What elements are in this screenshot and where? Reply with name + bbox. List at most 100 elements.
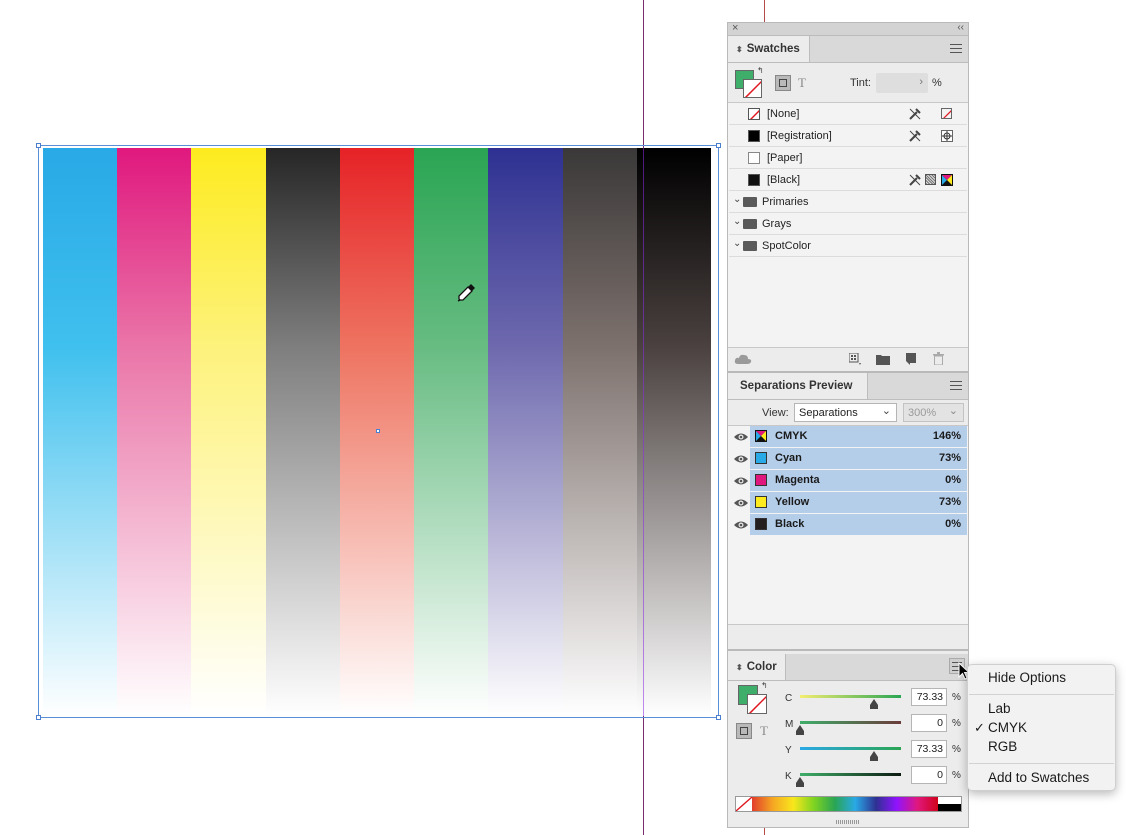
channel-label: C xyxy=(785,693,793,704)
swatches-menu-icon[interactable] xyxy=(950,44,962,53)
frame-handle-tl[interactable] xyxy=(36,143,41,148)
checkmark-icon: ✓ xyxy=(974,720,985,735)
canvas[interactable] xyxy=(0,0,727,835)
swatch-label: [None] xyxy=(767,108,800,120)
chevron-down-icon[interactable]: ⌄ xyxy=(733,238,741,249)
slider-black[interactable]: K 0 % xyxy=(728,766,968,792)
separation-row-body[interactable]: Black 0% xyxy=(750,514,967,535)
swatch-label: [Registration] xyxy=(767,130,832,142)
cmyk-chip-icon xyxy=(755,430,767,442)
tab-color[interactable]: ⬍ Color xyxy=(728,654,786,680)
menu-item-rgb[interactable]: RGB xyxy=(988,739,1017,754)
separation-row-body[interactable]: Magenta 0% xyxy=(750,470,967,491)
unit-label: % xyxy=(952,718,961,729)
container-format-icon[interactable] xyxy=(775,75,791,91)
swatch-group-primaries[interactable]: ⌄ Primaries xyxy=(729,191,967,213)
menu-item-lab[interactable]: Lab xyxy=(988,701,1011,716)
show-kinds-icon[interactable] xyxy=(849,353,863,366)
slider-magenta[interactable]: M 0 % xyxy=(728,714,968,740)
tab-separations-preview[interactable]: Separations Preview xyxy=(728,373,868,399)
swatch-group-spotcolor[interactable]: ⌄ SpotColor xyxy=(729,235,967,257)
cc-libraries-icon[interactable] xyxy=(734,353,752,365)
eye-icon[interactable] xyxy=(733,496,749,510)
tint-input[interactable]: › xyxy=(876,73,928,93)
view-select[interactable]: Separations ⌄ xyxy=(794,403,897,422)
menu-separator xyxy=(969,763,1114,764)
slider-cyan[interactable]: C 73.33 % xyxy=(728,688,968,714)
frame-handle-bl[interactable] xyxy=(36,715,41,720)
separation-row-magenta[interactable]: Magenta 0% xyxy=(729,470,967,492)
selected-frame[interactable] xyxy=(36,143,721,720)
separation-row-black[interactable]: Black 0% xyxy=(729,514,967,536)
black-value-input[interactable]: 0 xyxy=(911,766,947,784)
none-color-icon[interactable] xyxy=(736,797,752,811)
separation-row-body[interactable]: Yellow 73% xyxy=(750,492,967,513)
yellow-track[interactable] xyxy=(800,747,901,750)
magenta-thumb[interactable] xyxy=(796,725,804,735)
resize-grip[interactable] xyxy=(836,820,860,824)
separations-list: CMYK 146% Cyan 73% Magenta 0% Yellow 73%… xyxy=(728,425,968,625)
frame-handle-tr[interactable] xyxy=(716,143,721,148)
magenta-value-input[interactable]: 0 xyxy=(911,714,947,732)
tab-swatches[interactable]: ⬍ Swatches xyxy=(728,36,810,62)
separation-row-yellow[interactable]: Yellow 73% xyxy=(729,492,967,514)
separations-menu-icon[interactable] xyxy=(950,381,962,390)
separation-row-cmyk[interactable]: CMYK 146% xyxy=(729,426,967,448)
registration-swatch-chip xyxy=(748,130,760,142)
black-track[interactable] xyxy=(800,773,901,776)
chevron-down-icon[interactable]: ⌄ xyxy=(733,194,741,205)
color-spectrum-ramp[interactable] xyxy=(735,796,962,812)
eye-icon[interactable] xyxy=(733,452,749,466)
swatch-none[interactable]: [None] xyxy=(729,103,967,125)
black-swatch[interactable] xyxy=(938,804,961,811)
new-swatch-icon[interactable] xyxy=(904,353,916,365)
swatch-paper[interactable]: [Paper] xyxy=(729,147,967,169)
cmyk-mode-icon xyxy=(941,174,953,186)
tab-separations-label: Separations Preview xyxy=(740,380,853,392)
menu-item-hide-options[interactable]: Hide Options xyxy=(988,670,1066,685)
zoom-select[interactable]: 300% ⌄ xyxy=(903,403,964,422)
cyan-thumb[interactable] xyxy=(870,699,879,709)
swatch-black[interactable]: [Black] xyxy=(729,169,967,191)
text-format-icon[interactable]: T xyxy=(798,75,806,91)
eye-icon[interactable] xyxy=(733,430,749,444)
frame-center-point[interactable] xyxy=(376,429,380,433)
chevron-down-icon[interactable]: ⌄ xyxy=(733,216,741,227)
close-icon[interactable]: × xyxy=(732,22,738,34)
eye-icon[interactable] xyxy=(733,474,749,488)
magenta-track[interactable] xyxy=(800,721,901,724)
menu-item-cmyk[interactable]: CMYK xyxy=(988,720,1027,735)
swatch-group-grays[interactable]: ⌄ Grays xyxy=(729,213,967,235)
collapse-icon[interactable]: ‹‹ xyxy=(957,22,964,33)
separation-row-cyan[interactable]: Cyan 73% xyxy=(729,448,967,470)
yellow-value-input[interactable]: 73.33 xyxy=(911,740,947,758)
eye-icon[interactable] xyxy=(733,518,749,532)
folder-icon xyxy=(743,241,757,251)
slider-yellow[interactable]: Y 73.33 % xyxy=(728,740,968,766)
separation-row-body[interactable]: CMYK 146% xyxy=(750,426,967,447)
folder-icon xyxy=(743,197,757,207)
swatch-label: [Black] xyxy=(767,174,801,186)
cyan-value-input[interactable]: 73.33 xyxy=(911,688,947,706)
new-group-icon[interactable] xyxy=(876,354,890,365)
tint-stepper-icon[interactable]: › xyxy=(919,76,923,88)
separation-row-body[interactable]: Cyan 73% xyxy=(750,448,967,469)
ink-name: Cyan xyxy=(775,452,802,464)
swatch-registration[interactable]: [Registration] xyxy=(729,125,967,147)
yellow-thumb[interactable] xyxy=(870,751,879,761)
swap-icon[interactable]: ↰ xyxy=(757,66,764,75)
black-thumb[interactable] xyxy=(796,777,804,787)
black-swatch-chip xyxy=(748,174,760,186)
stroke-swatch[interactable] xyxy=(743,79,762,98)
channel-label: Y xyxy=(785,745,792,756)
white-swatch[interactable] xyxy=(938,797,961,804)
swatches-panel: × ‹‹ ⬍ Swatches ↰ T Tint: › % [None] [Re… xyxy=(727,22,969,372)
menu-separator xyxy=(969,694,1114,695)
trash-icon[interactable] xyxy=(933,352,944,365)
unit-label: % xyxy=(952,692,961,703)
frame-handle-br[interactable] xyxy=(716,715,721,720)
fill-stroke-proxy[interactable]: ↰ xyxy=(735,66,764,98)
cyan-track[interactable] xyxy=(800,695,901,698)
color-panel: ⬍ Color ↰ T C 73.33 % M 0 % Y 73.33 % K … xyxy=(727,650,969,828)
menu-item-add-to-swatches[interactable]: Add to Swatches xyxy=(988,770,1089,785)
